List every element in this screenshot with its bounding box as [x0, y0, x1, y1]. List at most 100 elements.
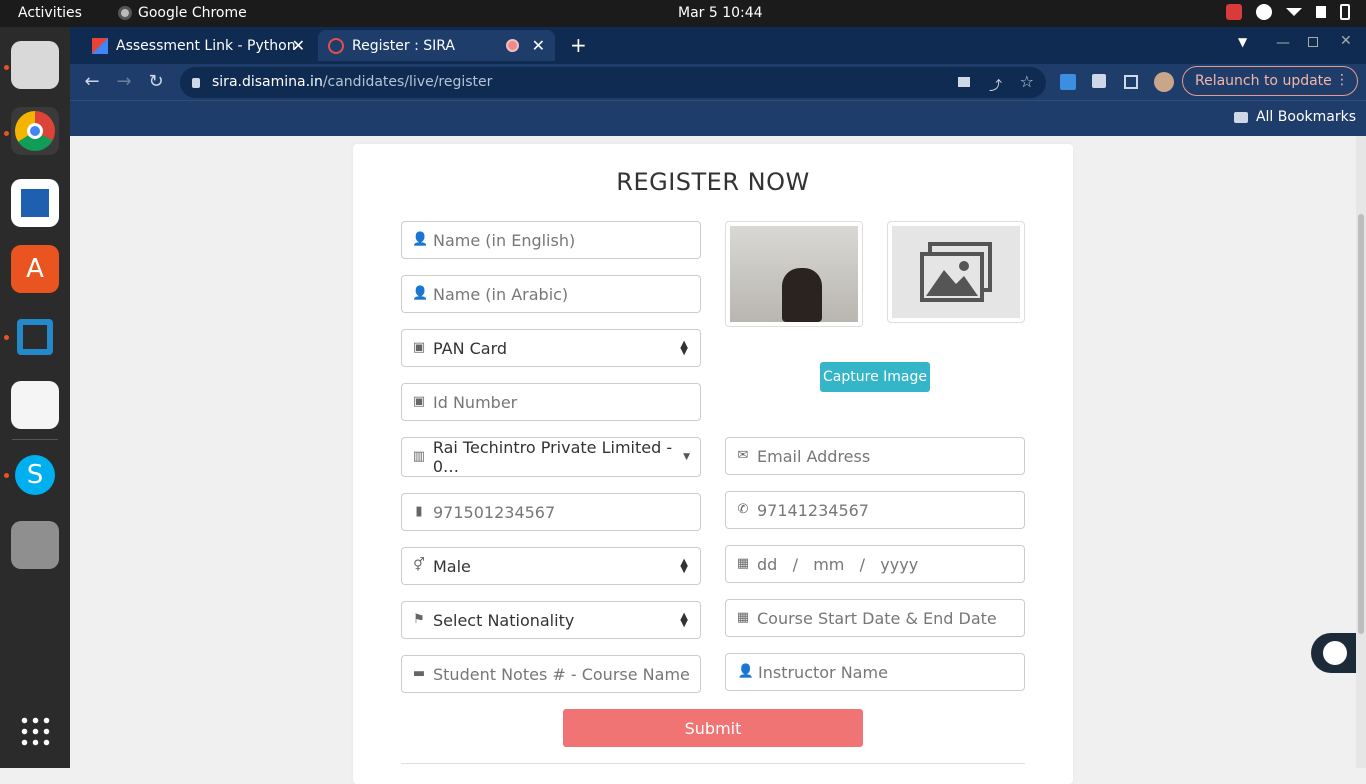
email-placeholder: Email Address — [757, 446, 871, 466]
software-center-icon[interactable]: A — [11, 245, 59, 293]
email-input[interactable]: ✉ Email Address — [725, 437, 1025, 475]
active-app-name: Google Chrome — [138, 5, 247, 21]
new-tab-button[interactable]: + — [570, 33, 587, 57]
page-scrollbar[interactable] — [1356, 136, 1366, 768]
scrollbar-thumb[interactable] — [1358, 214, 1364, 634]
tab-assessment-link[interactable]: Assessment Link - Python ✕ — [82, 30, 315, 61]
battery-icon[interactable] — [1340, 4, 1350, 20]
id-card-icon: ▣ — [412, 394, 426, 409]
clock[interactable]: Mar 5 10:44 — [678, 5, 763, 21]
image-placeholder-icon — [892, 226, 1020, 318]
all-bookmarks-label: All Bookmarks — [1255, 109, 1356, 125]
files-icon[interactable] — [11, 41, 59, 89]
dock: A S — [0, 27, 70, 768]
reload-icon[interactable]: ↻ — [145, 71, 167, 93]
id-type-select[interactable]: ▣ PAN Card ▲ ▼ — [401, 329, 701, 367]
capture-image-button[interactable]: Capture Image — [820, 362, 930, 392]
calendar-icon: ▦ — [736, 610, 750, 625]
show-apps-icon[interactable] — [11, 707, 59, 755]
skype-tray-icon[interactable] — [1256, 4, 1272, 20]
course-dates-input[interactable]: ▦ Course Start Date & End Date — [725, 599, 1025, 637]
skype-dock-icon[interactable]: S — [11, 451, 59, 499]
running-indicator — [4, 131, 9, 136]
gender-value: Male — [433, 556, 471, 576]
volume-icon[interactable] — [1316, 6, 1326, 18]
side-panel-icon[interactable] — [1124, 75, 1138, 89]
active-app-indicator[interactable]: Google Chrome — [118, 5, 247, 21]
extensions-puzzle-icon[interactable] — [1092, 74, 1106, 88]
profile-avatar[interactable] — [1154, 72, 1174, 92]
camera-icon[interactable] — [958, 77, 970, 87]
flag-icon: ⚑ — [413, 612, 425, 627]
url-host: sira.disamina.in — [212, 74, 323, 90]
tab-label: Assessment Link - Python — [116, 37, 296, 54]
name-arabic-input[interactable]: 👤 Name (in Arabic) — [401, 275, 701, 313]
chatbot-icon — [1323, 641, 1347, 665]
instructor-placeholder: Instructor Name — [758, 662, 888, 682]
sira-favicon-icon — [328, 37, 344, 54]
envelope-icon: ✉ — [737, 448, 749, 463]
close-tab-icon[interactable]: ✕ — [292, 36, 305, 55]
dob-input[interactable]: ▦ dd / mm / yyyy — [725, 545, 1025, 583]
gender-select[interactable]: ⚥ Male ▲ ▼ — [401, 547, 701, 585]
tab-register-sira[interactable]: Register : SIRA ✕ — [318, 30, 555, 61]
site-info-icon[interactable] — [192, 78, 200, 88]
company-select[interactable]: ▥ Rai Techintro Private Limited - 0… ▼ — [401, 437, 701, 477]
all-bookmarks-button[interactable]: All Bookmarks — [1233, 109, 1356, 125]
minimize-icon[interactable]: — — [1276, 35, 1290, 51]
maximize-icon[interactable] — [1308, 37, 1318, 47]
vscode-icon[interactable] — [11, 313, 59, 361]
id-number-input[interactable]: ▣ Id Number — [401, 383, 701, 421]
dropdown-caret-icon: ▼ — [683, 452, 690, 462]
mobile-icon: ▮ — [415, 504, 423, 519]
system-tray[interactable] — [1226, 4, 1350, 20]
screen-record-icon[interactable] — [1226, 4, 1242, 20]
user-icon: 👤 — [412, 232, 429, 247]
chrome-icon — [118, 6, 132, 20]
writer-icon[interactable] — [11, 179, 59, 227]
id-card-icon: ▣ — [412, 340, 426, 355]
divider — [401, 763, 1025, 764]
mobile-input[interactable]: ▮ 971501234567 — [401, 493, 701, 531]
url-path: /candidates/live/register — [322, 74, 493, 90]
gmail-icon — [92, 37, 108, 54]
wifi-icon[interactable] — [1286, 8, 1302, 16]
back-icon[interactable]: ← — [81, 71, 103, 93]
tab-search-icon[interactable]: ▼ — [1238, 35, 1247, 49]
relaunch-button[interactable]: Relaunch to update ⋮ — [1182, 66, 1358, 96]
close-tab-icon[interactable]: ✕ — [532, 36, 545, 55]
forward-icon[interactable]: → — [113, 71, 135, 93]
browser-chrome: Assessment Link - Python ✕ Register : SI… — [70, 27, 1366, 136]
name-arabic-placeholder: Name (in Arabic) — [433, 284, 569, 304]
page-title: REGISTER NOW — [616, 168, 810, 196]
address-bar[interactable]: sira.disamina.in/candidates/live/registe… — [180, 67, 1046, 98]
extension-fi-icon[interactable] — [1060, 74, 1076, 90]
text-editor-icon[interactable] — [11, 381, 59, 429]
select-arrows-icon: ▲ ▼ — [680, 557, 688, 575]
bookmarks-bar: All Bookmarks — [70, 100, 1366, 136]
activities-button[interactable]: Activities — [18, 5, 82, 21]
id-type-value: PAN Card — [433, 338, 508, 358]
chrome-dock-icon[interactable] — [11, 107, 59, 155]
phone-input[interactable]: ✆ 97141234567 — [725, 491, 1025, 529]
id-number-placeholder: Id Number — [433, 392, 518, 412]
nationality-select[interactable]: ⚑ Select Nationality ▲ ▼ — [401, 601, 701, 639]
bookmark-star-icon[interactable]: ☆ — [1020, 72, 1034, 91]
name-english-input[interactable]: 👤 Name (in English) — [401, 221, 701, 259]
student-notes-input[interactable]: ▬ Student Notes # - Course Name — [401, 655, 701, 693]
recording-icon — [506, 39, 519, 52]
relaunch-label: Relaunch to update — [1195, 73, 1332, 89]
select-arrows-icon: ▲ ▼ — [680, 611, 688, 629]
trash-icon[interactable] — [11, 521, 59, 569]
submit-button[interactable]: Submit — [563, 709, 863, 747]
tab-label: Register : SIRA — [352, 37, 456, 54]
close-window-icon[interactable]: ✕ — [1340, 33, 1352, 49]
share-icon[interactable]: ⤴ — [989, 75, 1002, 94]
user-check-icon: 👤 — [737, 664, 755, 679]
instructor-input[interactable]: 👤 Instructor Name — [725, 653, 1025, 691]
mobile-placeholder: 971501234567 — [433, 502, 556, 522]
page-content: REGISTER NOW 👤 Name (in English) 👤 Name … — [70, 136, 1366, 784]
folder-icon — [1233, 111, 1248, 123]
name-english-placeholder: Name (in English) — [433, 230, 576, 250]
chrome-menu-icon[interactable]: ⋮ — [1335, 72, 1349, 88]
